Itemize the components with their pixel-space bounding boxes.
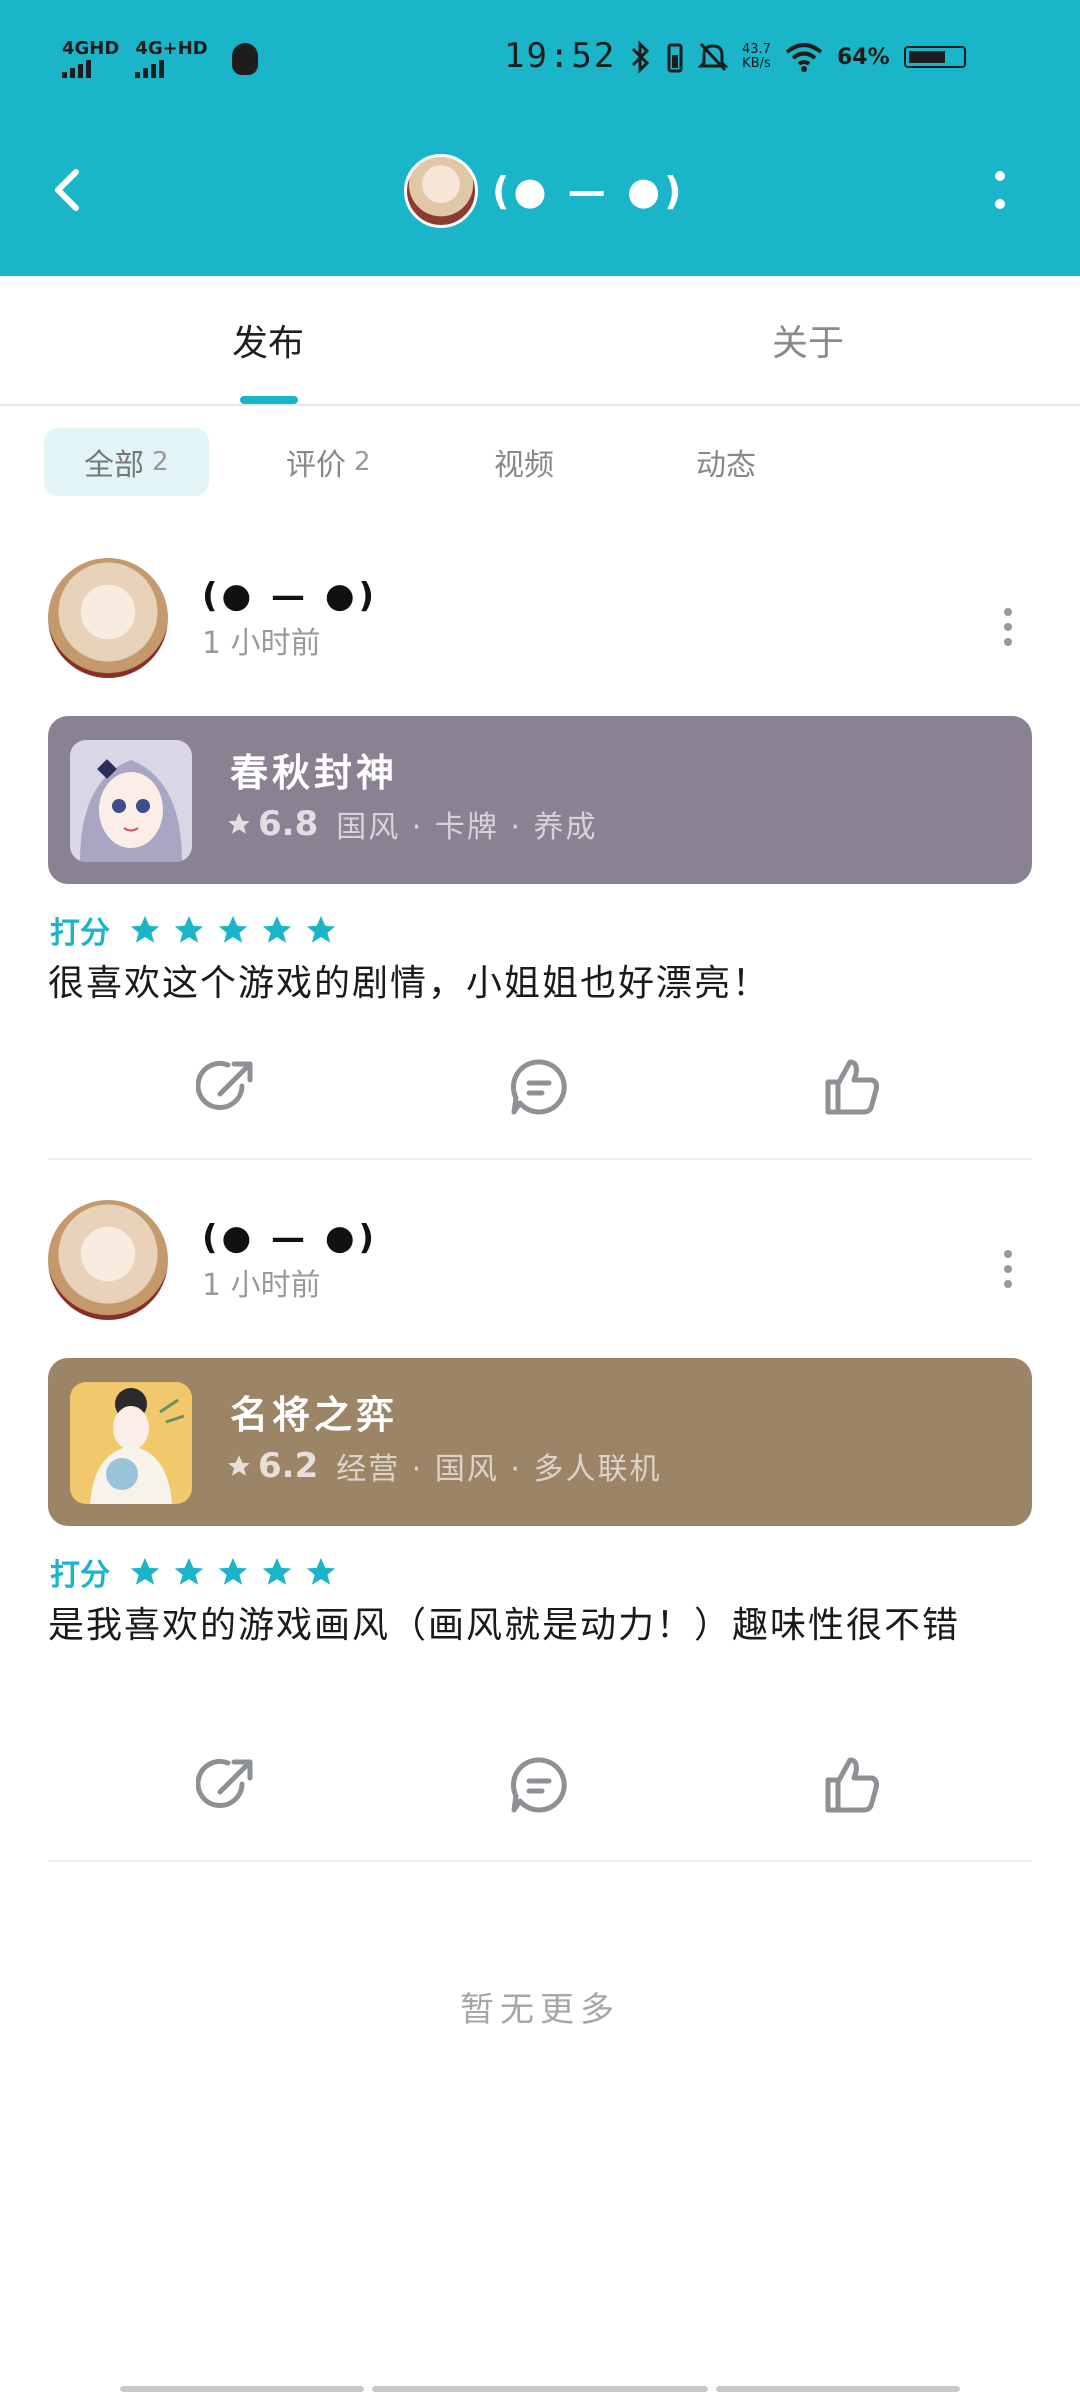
network-label-2: 4G+HD bbox=[135, 38, 208, 59]
avatar[interactable] bbox=[48, 1200, 168, 1320]
chip-label: 视频 bbox=[494, 448, 554, 483]
comment-icon[interactable] bbox=[508, 1056, 570, 1118]
chevron-left-icon[interactable] bbox=[38, 160, 98, 220]
main-tabs: 发布 关于 bbox=[0, 276, 1080, 406]
avatar[interactable] bbox=[404, 154, 478, 228]
post-divider bbox=[48, 1158, 1032, 1160]
star-icon bbox=[130, 1557, 160, 1585]
mute-bell-icon bbox=[698, 42, 728, 72]
game-art-icon bbox=[70, 740, 192, 862]
net-speed: 43.7 KB/s bbox=[742, 41, 771, 72]
vibrate-battery-icon bbox=[667, 43, 683, 73]
star-icon bbox=[306, 915, 336, 943]
game-meta: 6.2 经营 · 国风 · 多人联机 bbox=[226, 1444, 661, 1488]
star-icon bbox=[130, 915, 160, 943]
game-icon bbox=[70, 1382, 192, 1504]
star-icon bbox=[174, 915, 204, 943]
network-label-1: 4GHD bbox=[62, 38, 120, 59]
status-right: 43.7 KB/s 64% bbox=[630, 40, 966, 74]
comment-icon[interactable] bbox=[508, 1754, 570, 1816]
star-icon bbox=[262, 915, 292, 943]
star-icon bbox=[218, 915, 248, 943]
vertical-dots-icon[interactable] bbox=[980, 164, 1020, 218]
game-score: 6.8 bbox=[226, 804, 318, 844]
post-actions bbox=[0, 1046, 1080, 1126]
status-left: 4GHD 4G+HD bbox=[62, 40, 258, 78]
nav-gesture-bar[interactable] bbox=[120, 2386, 364, 2392]
post-text: 很喜欢这个游戏的剧情，小姐姐也好漂亮！ bbox=[48, 963, 771, 1004]
rating-label: 打分 bbox=[50, 1558, 110, 1593]
status-time: 19:52 bbox=[504, 36, 617, 76]
wifi-icon bbox=[785, 43, 823, 72]
game-art-icon bbox=[70, 1382, 192, 1504]
game-score-value: 6.8 bbox=[258, 804, 319, 844]
chip-count: 2 bbox=[152, 447, 169, 477]
post-actions bbox=[0, 1744, 1080, 1824]
tab-publish[interactable]: 发布 bbox=[232, 314, 304, 366]
battery-percent: 64% bbox=[836, 44, 890, 70]
chip-label: 评价 bbox=[286, 448, 346, 483]
chip-label: 全部 bbox=[84, 448, 144, 483]
like-icon[interactable] bbox=[820, 1754, 882, 1816]
share-icon[interactable] bbox=[196, 1754, 258, 1816]
chip-moments[interactable]: 动态 bbox=[656, 428, 796, 496]
star-icon bbox=[262, 1557, 292, 1585]
post-text: 是我喜欢的游戏画风（画风就是动力！）趣味性很不错 bbox=[48, 1605, 961, 1646]
chip-count: 2 bbox=[354, 447, 371, 477]
post-time: 1 小时前 bbox=[202, 1268, 321, 1303]
net-speed-unit: KB/s bbox=[742, 56, 771, 71]
no-more-text: 暂无更多 bbox=[460, 1990, 620, 2030]
star-icon bbox=[228, 1455, 250, 1476]
post-item: (● — ●) 1 小时前 名将之弈 6.2 经营 · 国风 · 多人联机 打分 bbox=[0, 1200, 1080, 1864]
vertical-dots-icon[interactable] bbox=[996, 602, 1020, 652]
avatar[interactable] bbox=[48, 558, 168, 678]
star-icon bbox=[306, 1557, 336, 1585]
star-icon bbox=[174, 1557, 204, 1585]
post-author[interactable]: (● — ●) bbox=[202, 576, 378, 616]
game-icon bbox=[70, 740, 192, 862]
game-tags: 国风 · 卡牌 · 养成 bbox=[336, 810, 598, 845]
status-bar: 4GHD 4G+HD 19:52 43.7 KB/s 64% bbox=[0, 0, 1080, 120]
chip-videos[interactable]: 视频 bbox=[454, 428, 594, 496]
chip-all[interactable]: 全部 2 bbox=[44, 428, 209, 496]
tab-about[interactable]: 关于 bbox=[772, 314, 844, 366]
battery-icon bbox=[903, 46, 966, 68]
chip-reviews[interactable]: 评价 2 bbox=[246, 428, 411, 496]
signal-1: 4GHD bbox=[62, 40, 119, 78]
net-speed-value: 43.7 bbox=[742, 41, 771, 57]
post-item: (● — ●) 1 小时前 春秋封神 6.8 国风 · 卡牌 · 养成 打分 很… bbox=[0, 558, 1080, 1162]
post-time: 1 小时前 bbox=[202, 626, 321, 661]
nav-gesture-bar[interactable] bbox=[716, 2386, 960, 2392]
signal-bars-icon bbox=[62, 60, 119, 78]
profile-header: (● — ●) bbox=[0, 140, 1080, 240]
post-rating: 打分 bbox=[50, 1550, 338, 1594]
page-title: (● — ●) bbox=[492, 169, 686, 213]
share-icon[interactable] bbox=[196, 1056, 258, 1118]
nav-gesture-bar[interactable] bbox=[372, 2386, 708, 2392]
game-title: 名将之弈 bbox=[230, 1393, 399, 1437]
like-icon[interactable] bbox=[820, 1056, 882, 1118]
post-author[interactable]: (● — ●) bbox=[202, 1218, 378, 1258]
game-tags: 经营 · 国风 · 多人联机 bbox=[336, 1452, 662, 1487]
rating-label: 打分 bbox=[50, 916, 110, 951]
post-divider bbox=[48, 1860, 1032, 1862]
filter-chips: 全部 2 评价 2 视频 动态 bbox=[0, 428, 1080, 498]
signal-2: 4G+HD bbox=[135, 38, 208, 78]
qq-penguin-icon bbox=[231, 43, 258, 75]
game-score-value: 6.2 bbox=[258, 1446, 319, 1486]
star-icon bbox=[218, 1557, 248, 1585]
game-card[interactable]: 春秋封神 6.8 国风 · 卡牌 · 养成 bbox=[48, 716, 1032, 884]
chip-label: 动态 bbox=[696, 448, 756, 483]
game-title: 春秋封神 bbox=[230, 751, 399, 795]
post-rating: 打分 bbox=[50, 908, 338, 952]
vertical-dots-icon[interactable] bbox=[996, 1244, 1020, 1294]
game-meta: 6.8 国风 · 卡牌 · 养成 bbox=[226, 802, 597, 846]
signal-bars-icon bbox=[135, 60, 207, 78]
header-user: (● — ●) bbox=[404, 154, 686, 228]
tab-indicator bbox=[240, 396, 298, 404]
game-card[interactable]: 名将之弈 6.2 经营 · 国风 · 多人联机 bbox=[48, 1358, 1032, 1526]
star-icon bbox=[228, 813, 250, 834]
bluetooth-icon bbox=[631, 40, 650, 74]
game-score: 6.2 bbox=[226, 1446, 318, 1486]
